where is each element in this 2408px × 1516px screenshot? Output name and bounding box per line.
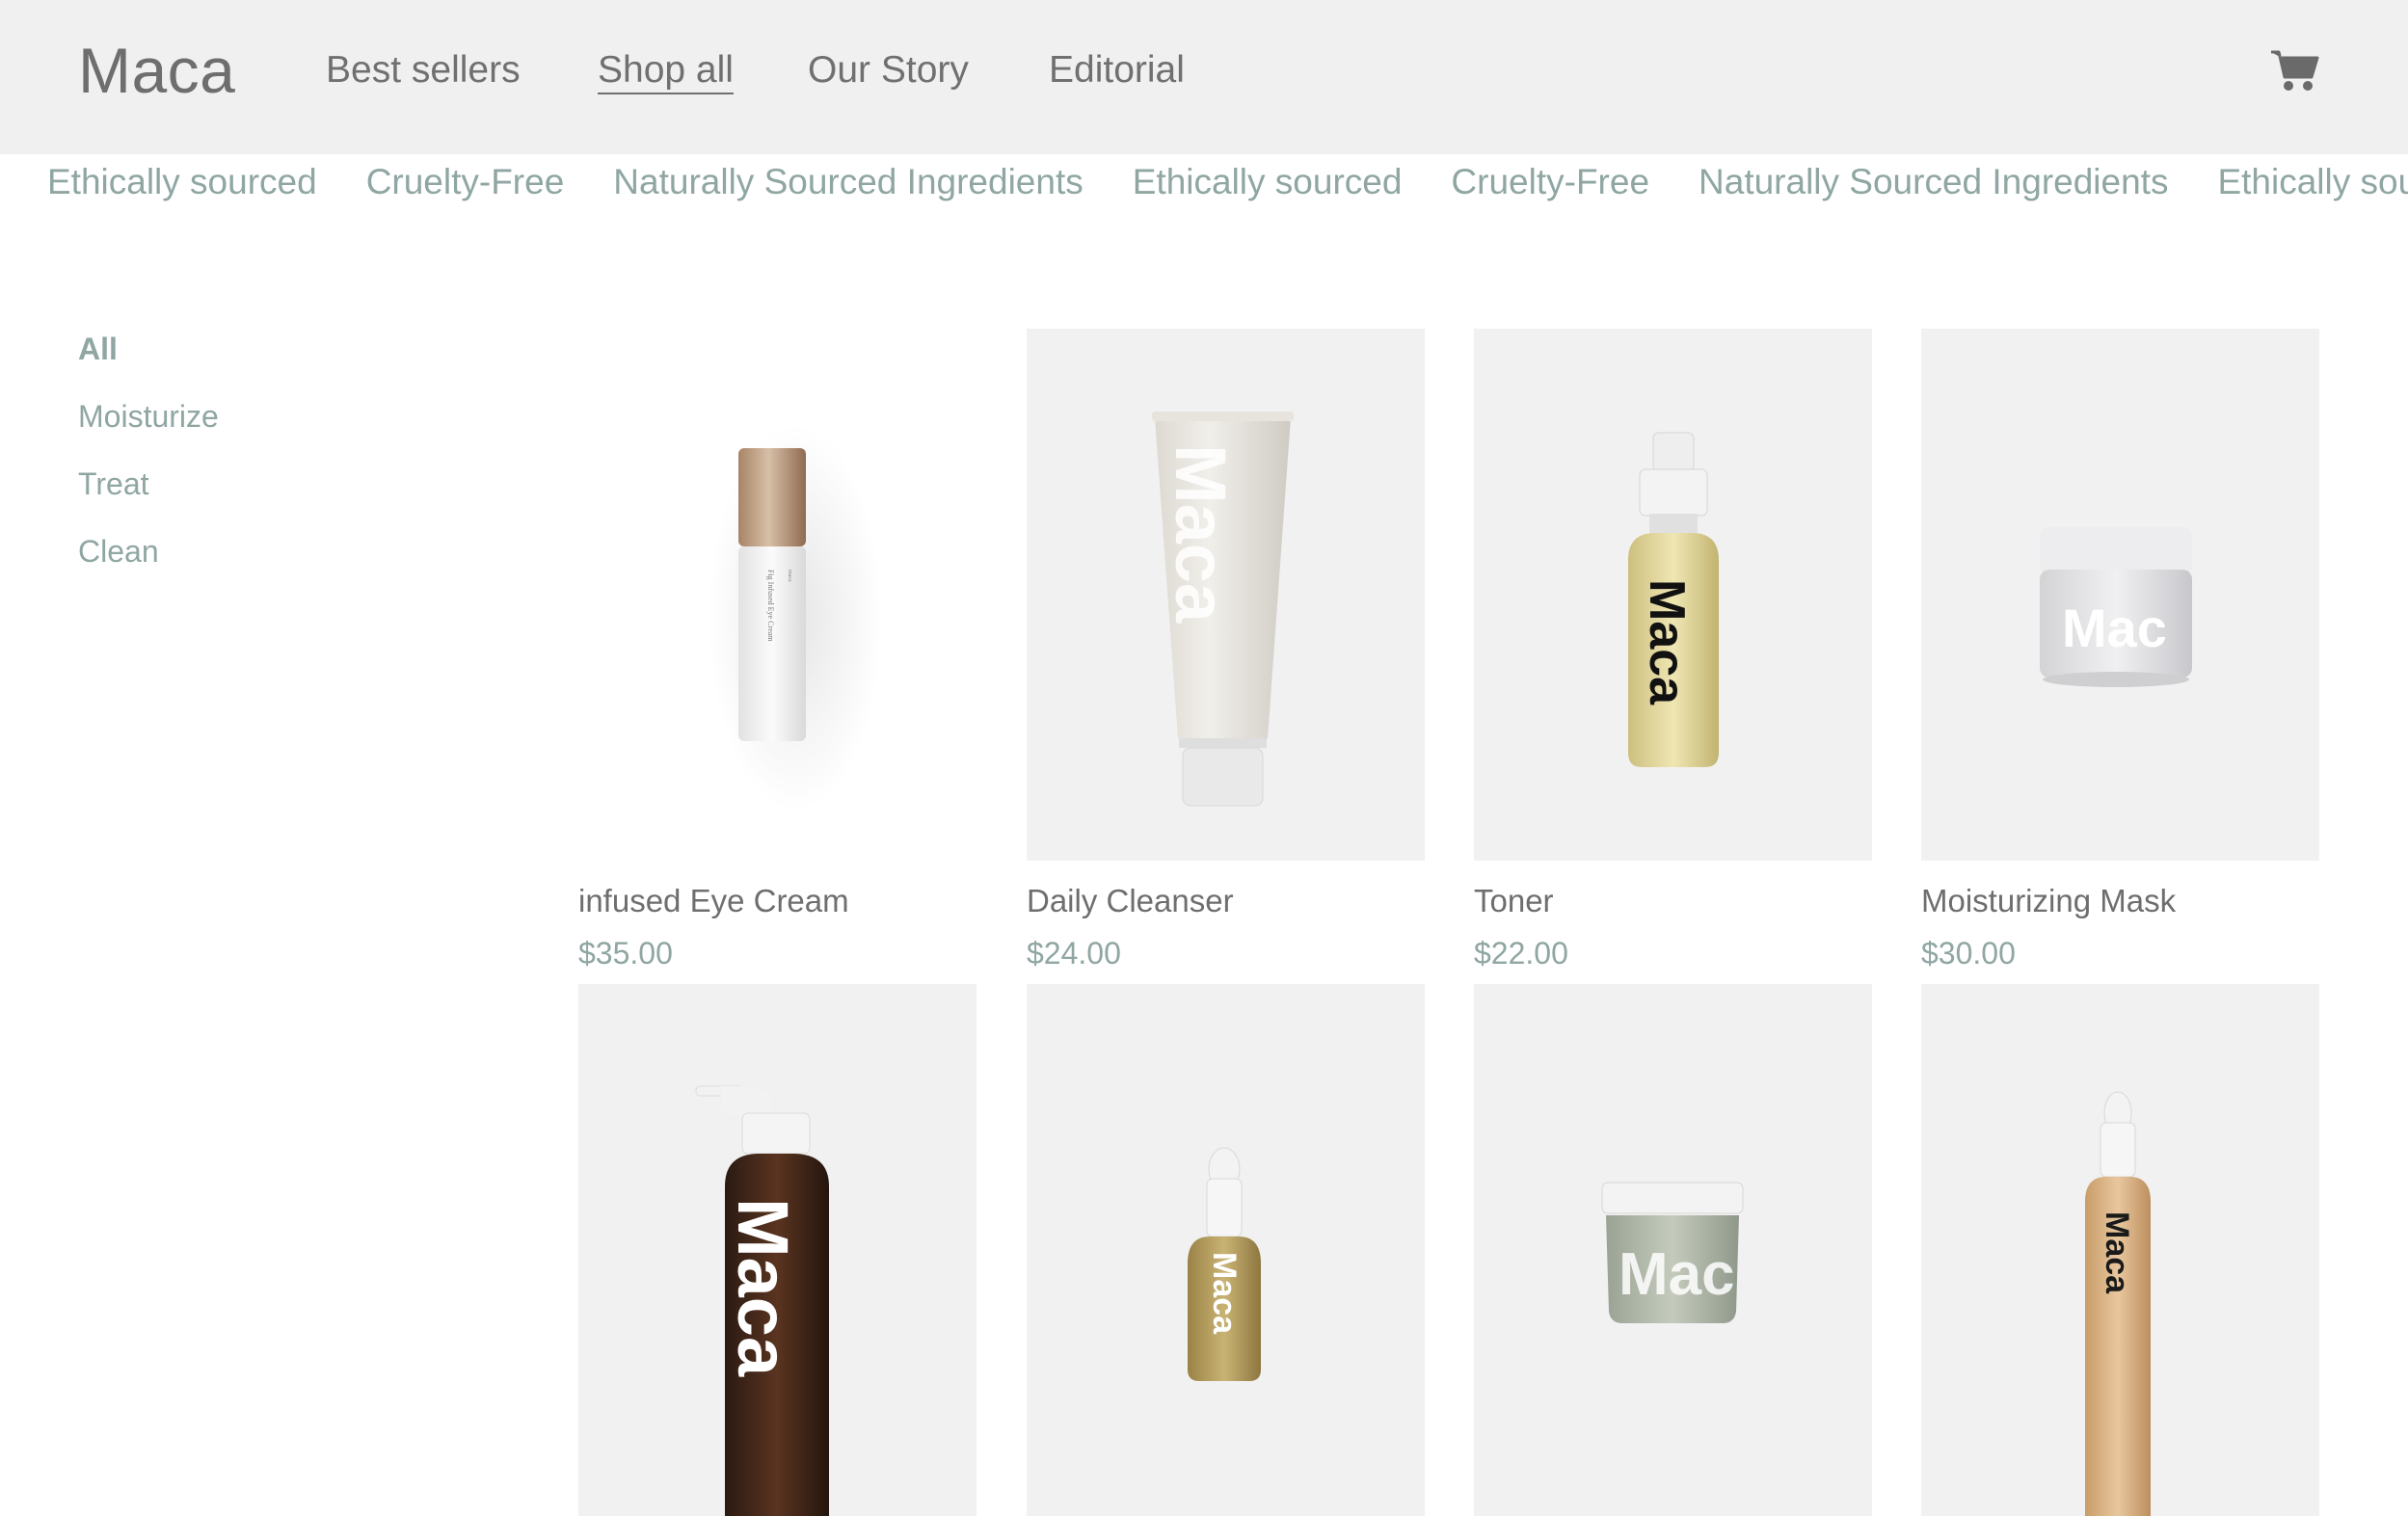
product-image-eye-cream[interactable]: Fig Infused Eye Cream maca xyxy=(578,329,977,861)
product-label-text: Maca xyxy=(1206,1252,1243,1335)
product-name[interactable]: Moisturizing Mask xyxy=(1921,882,2176,920)
nav-editorial[interactable]: Editorial xyxy=(1049,48,1185,93)
marquee-item: Naturally Sourced Ingredients xyxy=(1699,162,2169,201)
product-image[interactable]: Maca xyxy=(578,984,977,1516)
product-image[interactable]: Maca xyxy=(1921,984,2319,1516)
marquee-item: Ethically sourced xyxy=(1132,162,1403,201)
product-name[interactable]: infused Eye Cream xyxy=(578,882,849,920)
filter-moisturize[interactable]: Moisturize xyxy=(78,398,219,435)
marquee-item: Ethically sourced xyxy=(47,162,317,201)
product-label-text: Maca xyxy=(1639,579,1695,705)
product-image[interactable]: Mac xyxy=(1474,984,1872,1516)
marquee-item: Cruelty-Free xyxy=(365,162,565,201)
product-card[interactable]: Maca xyxy=(1921,984,2319,1516)
product-label-text: Maca xyxy=(1161,444,1241,624)
product-name[interactable]: Daily Cleanser xyxy=(1027,882,1234,920)
product-label-text: Maca xyxy=(2099,1211,2135,1294)
nav-best-sellers[interactable]: Best sellers xyxy=(326,48,521,93)
product-price: $24.00 xyxy=(1027,936,1121,971)
product-image-toner[interactable]: Maca xyxy=(1474,329,1872,861)
nav-our-story[interactable]: Our Story xyxy=(808,48,969,93)
filter-all[interactable]: All xyxy=(78,331,219,367)
product-card[interactable]: Mac Moisturizing Mask $30.00 xyxy=(1921,329,2319,971)
site-header: Maca Best sellers Shop all Our Story Edi… xyxy=(0,0,2408,154)
product-card[interactable]: Maca Toner $22.00 xyxy=(1474,329,1872,971)
nav-shop-all[interactable]: Shop all xyxy=(598,48,734,94)
product-card[interactable]: Fig Infused Eye Cream maca infused Eye C… xyxy=(578,329,977,971)
logo[interactable]: Maca xyxy=(78,33,235,108)
product-card[interactable]: Maca xyxy=(1027,984,1425,1516)
marquee-item: Cruelty-Free xyxy=(1451,162,1650,201)
product-image[interactable]: Maca xyxy=(1027,984,1425,1516)
product-label-text: Mac xyxy=(1619,1241,1735,1308)
product-brand-text: maca xyxy=(787,570,792,582)
product-price: $30.00 xyxy=(1921,936,2016,971)
category-filters: All Moisturize Treat Clean xyxy=(78,331,219,600)
product-image-moisturizing-mask[interactable]: Mac xyxy=(1921,329,2319,861)
cart-icon[interactable] xyxy=(2269,48,2319,93)
marquee-item: Ethically sourced xyxy=(2217,162,2408,201)
filter-clean[interactable]: Clean xyxy=(78,533,219,570)
product-price: $22.00 xyxy=(1474,936,1568,971)
product-image-daily-cleanser[interactable]: Maca xyxy=(1027,329,1425,861)
product-price: $35.00 xyxy=(578,936,673,971)
filter-treat[interactable]: Treat xyxy=(78,465,219,502)
product-card[interactable]: Maca Daily Cleanser $24.00 xyxy=(1027,329,1425,971)
product-card[interactable]: Mac xyxy=(1474,984,1872,1516)
marquee-item: Naturally Sourced Ingredients xyxy=(613,162,1084,201)
product-label-text: Maca xyxy=(723,1198,803,1377)
product-label-text: Mac xyxy=(2062,598,2167,658)
product-label-text: Fig Infused Eye Cream xyxy=(766,570,775,642)
values-marquee: Ethically sourced Cruelty-Free Naturally… xyxy=(0,154,2408,212)
product-name[interactable]: Toner xyxy=(1474,882,1554,920)
product-card[interactable]: Maca xyxy=(578,984,977,1516)
